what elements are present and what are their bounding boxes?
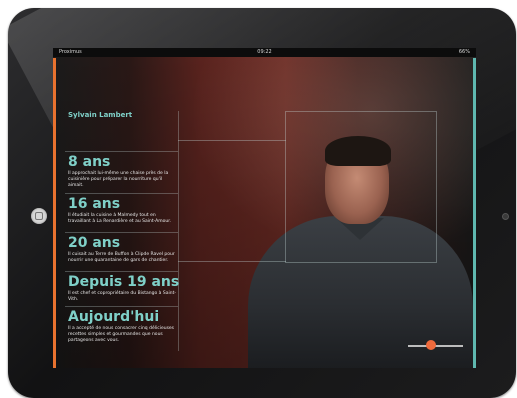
timeline-year[interactable]: Aujourd'hui — [68, 309, 159, 325]
frame-connector-top — [178, 140, 286, 141]
clock: 09:22 — [257, 49, 272, 55]
profile-name: Sylvain Lambert — [68, 111, 133, 119]
timeline-separator — [65, 151, 178, 152]
app-screen: Proximus 09:22 66% Sylvain Lambert 8 ans… — [53, 48, 476, 368]
timeline-text: Il approchait lui-même une chaise près d… — [68, 171, 169, 188]
timeline-year[interactable]: 16 ans — [68, 196, 120, 212]
timeline-divider — [178, 111, 179, 351]
timeline-separator — [65, 271, 178, 272]
timeline-separator — [65, 306, 178, 307]
accent-stripe-right — [473, 58, 476, 368]
front-camera-icon — [502, 213, 509, 220]
status-bar: Proximus 09:22 66% — [53, 48, 476, 57]
timeline-year[interactable]: 20 ans — [68, 235, 120, 251]
timeline-text: Il cuisait au Terre de Buffon à Clipde R… — [68, 252, 175, 263]
timeline-separator — [65, 232, 178, 233]
battery-label: 66% — [458, 49, 470, 55]
timeline-year[interactable]: Depuis 19 ans — [68, 274, 179, 290]
home-button[interactable] — [31, 208, 47, 224]
frame-connector-bottom — [178, 261, 286, 262]
accent-stripe-left — [53, 58, 56, 368]
focus-frame — [285, 111, 437, 263]
timeline-text: Il étudiait la cuisine à Malmedy tout en… — [68, 213, 172, 224]
timeline-year[interactable]: 8 ans — [68, 154, 110, 170]
timeline-separator — [65, 193, 178, 194]
timeline-text: Il est chef et copropriétaire du Bistang… — [68, 291, 176, 302]
timeline-text: Il a accepté de nous consacrer cinq déli… — [68, 326, 175, 343]
